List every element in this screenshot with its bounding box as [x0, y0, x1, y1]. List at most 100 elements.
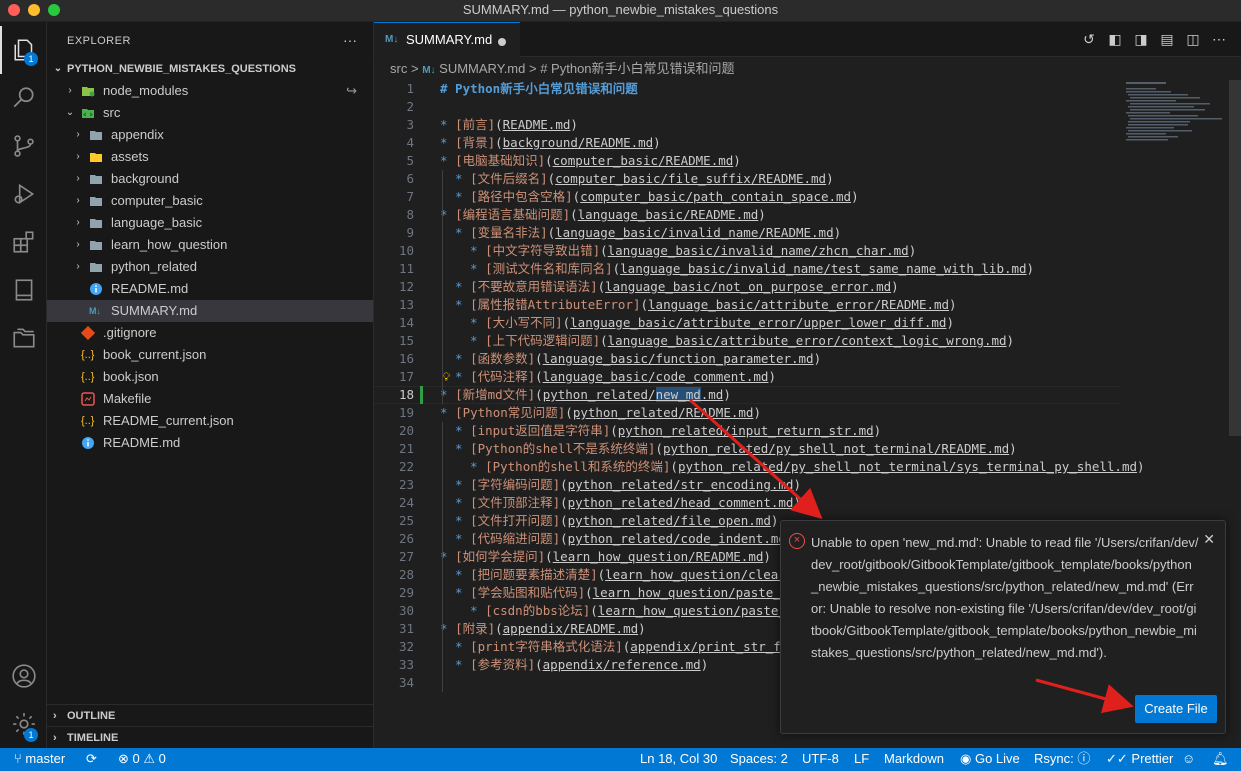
- sync-icon[interactable]: ⟳: [86, 748, 97, 770]
- run-debug-activity[interactable]: [0, 170, 47, 218]
- tree-item-book-json[interactable]: {..} book.json: [47, 366, 373, 388]
- link-target[interactable]: language_basic/README.md: [578, 207, 759, 222]
- link-target[interactable]: language_basic/attribute_error/README.md: [648, 297, 949, 312]
- link-target[interactable]: computer_basic/file_suffix/README.md: [555, 171, 826, 186]
- cursor-position[interactable]: Ln 18, Col 30: [640, 748, 717, 770]
- link-target[interactable]: language_basic/not_on_purpose_error.md: [605, 279, 891, 294]
- split-editor-icon[interactable]: ◫: [1185, 31, 1201, 47]
- close-icon[interactable]: ✕: [1203, 531, 1215, 548]
- tree-item-node-modules[interactable]: › node_modules ↪: [47, 80, 373, 102]
- outline-section[interactable]: › OUTLINE: [47, 704, 373, 726]
- tree-item-readme[interactable]: README.md: [47, 432, 373, 454]
- code-line[interactable]: 3 * [前言](README.md): [374, 116, 1134, 134]
- link-target[interactable]: language_basic/invalid_name/zhcn_char.md: [608, 243, 909, 258]
- tree-item-python-related[interactable]: › python_related: [47, 256, 373, 278]
- code-line[interactable]: 1 # Python新手小白常见错误和问题: [374, 80, 1134, 98]
- link-target[interactable]: python_related/README.md: [573, 405, 754, 420]
- tree-item-computer-basic[interactable]: › computer_basic: [47, 190, 373, 212]
- link-target[interactable]: background/README.md: [503, 135, 654, 150]
- unsaved-dot-icon[interactable]: [498, 38, 506, 46]
- tree-item-language-basic[interactable]: › language_basic: [47, 212, 373, 234]
- branch-indicator[interactable]: ⑂ master: [14, 748, 65, 770]
- end-of-line[interactable]: LF: [854, 748, 869, 770]
- code-line[interactable]: 14 * [大小写不同](language_basic/attribute_err…: [374, 314, 1134, 332]
- code-line[interactable]: 18 * [新增md文件](python_related/new_md.md): [374, 386, 1134, 404]
- link-target[interactable]: python_related/head_comment.md: [568, 495, 794, 510]
- problems-indicator[interactable]: ⊗ 0 ⚠ 0: [118, 748, 166, 770]
- link-target[interactable]: language_basic/attribute_error/context_l…: [608, 333, 1007, 348]
- code-line[interactable]: 21 * [Python的shell不是系统终端](python_related/…: [374, 440, 1134, 458]
- code-line[interactable]: 22 * [Python的shell和系统的终端](python_related/…: [374, 458, 1145, 476]
- editor-scrollbar[interactable]: [1229, 80, 1241, 436]
- code-line[interactable]: 13 * [属性报错AttributeError](language_basic/…: [374, 296, 1134, 314]
- open-preview-icon[interactable]: ◧: [1107, 31, 1123, 47]
- code-line[interactable]: 4 * [背景](background/README.md): [374, 134, 1134, 152]
- link-target[interactable]: language_basic/invalid_name/test_same_na…: [620, 261, 1026, 276]
- code-line[interactable]: 7 * [路径中包含空格](computer_basic/path_contain…: [374, 188, 1134, 206]
- link-target[interactable]: python_related/input_return_str.md: [618, 423, 874, 438]
- link-target[interactable]: computer_basic/README.md: [553, 153, 734, 168]
- feedback-icon[interactable]: ☺: [1182, 748, 1195, 770]
- link-target[interactable]: appendix/reference.md: [543, 657, 701, 672]
- breadcrumb-symbol[interactable]: # Python新手小白常见错误和问题: [540, 61, 734, 76]
- tree-item-makefile[interactable]: Makefile: [47, 388, 373, 410]
- link-target[interactable]: language_basic/attribute_error/upper_low…: [570, 315, 946, 330]
- link-target[interactable]: python_related/code_indent.md: [568, 531, 786, 546]
- more-actions-icon[interactable]: ···: [343, 32, 357, 48]
- tree-item-background[interactable]: › background: [47, 168, 373, 190]
- code-line[interactable]: 9 * [变量名非法](language_basic/invalid_name/R…: [374, 224, 1134, 242]
- code-line[interactable]: 17 * [代码注释](language_basic/code_comment.m…: [374, 368, 1134, 386]
- link-target[interactable]: appendix/README.md: [503, 621, 638, 636]
- workspace-root[interactable]: ⌄ PYTHON_NEWBIE_MISTAKES_QUESTIONS: [47, 58, 373, 80]
- link-target[interactable]: language_basic/code_comment.md: [543, 369, 769, 384]
- code-line[interactable]: 10 * [中文字符导致出错](language_basic/invalid_na…: [374, 242, 1134, 260]
- code-line[interactable]: 11 * [测试文件名和库同名](language_basic/invalid_n…: [374, 260, 1134, 278]
- bell-icon[interactable]: 🔔︎: [1212, 748, 1229, 770]
- code-line[interactable]: 12 * [不要故意用错误语法](language_basic/not_on_pu…: [374, 278, 1134, 296]
- link-target[interactable]: python_related/py_shell_not_terminal/sys…: [678, 459, 1137, 474]
- link-target[interactable]: python_related/py_shell_not_terminal/REA…: [663, 441, 1009, 456]
- link-target[interactable]: learn_how_question/clear_: [605, 567, 793, 582]
- link-target[interactable]: python_related/new_md.md: [543, 387, 723, 402]
- link-target[interactable]: learn_how_question/paste_im: [593, 585, 796, 600]
- code-line[interactable]: 8 * [编程语言基础问题](language_basic/README.md): [374, 206, 1134, 224]
- go-live[interactable]: ◉ Go Live: [960, 748, 1020, 770]
- extensions-activity[interactable]: [0, 218, 47, 266]
- link-target[interactable]: language_basic/function_parameter.md: [543, 351, 814, 366]
- timeline-section[interactable]: › TIMELINE: [47, 726, 373, 748]
- tree-item-readme-current-json[interactable]: {..} README_current.json: [47, 410, 373, 432]
- code-line[interactable]: 15 * [上下代码逻辑问题](language_basic/attribute_…: [374, 332, 1134, 350]
- source-control-activity[interactable]: [0, 122, 47, 170]
- manage-activity[interactable]: 1: [0, 700, 47, 748]
- link-target[interactable]: python_related/file_open.md: [568, 513, 771, 528]
- code-line[interactable]: 2: [374, 98, 1134, 116]
- minimize-window-button[interactable]: [28, 4, 40, 16]
- tree-item-book-current-json[interactable]: {..} book_current.json: [47, 344, 373, 366]
- more-icon[interactable]: ⋯: [1211, 31, 1227, 47]
- link-target[interactable]: language_basic/invalid_name/README.md: [555, 225, 833, 240]
- book-activity[interactable]: [0, 266, 47, 314]
- tab-summary-md[interactable]: M↓ SUMMARY.md: [374, 22, 520, 57]
- link-target[interactable]: README.md: [503, 117, 571, 132]
- tree-item-learn-how-question[interactable]: › learn_how_question: [47, 234, 373, 256]
- accounts-activity[interactable]: [0, 652, 47, 700]
- tree-item-src[interactable]: ⌄ src: [47, 102, 373, 124]
- tree-item-src-readme[interactable]: README.md: [47, 278, 373, 300]
- indentation[interactable]: Spaces: 2: [730, 748, 788, 770]
- breadcrumb-file[interactable]: SUMMARY.md: [439, 61, 525, 76]
- preview-side-icon[interactable]: ◨: [1133, 31, 1149, 47]
- code-line[interactable]: 24 * [文件顶部注释](python_related/head_comment…: [374, 494, 1134, 512]
- close-window-button[interactable]: [8, 4, 20, 16]
- tree-item-gitignore[interactable]: .gitignore: [47, 322, 373, 344]
- rsync-status[interactable]: Rsync: ⓘ: [1034, 748, 1090, 770]
- link-target[interactable]: learn_how_question/README.md: [553, 549, 764, 564]
- link-target[interactable]: computer_basic/path_contain_space.md: [580, 189, 851, 204]
- link-target[interactable]: appendix/print_str_for: [630, 639, 796, 654]
- tree-item-assets[interactable]: › assets: [47, 146, 373, 168]
- minimap[interactable]: [1124, 80, 1228, 150]
- create-file-button[interactable]: Create File: [1135, 695, 1217, 723]
- code-line[interactable]: 20 * [input返回值是字符串](python_related/input_…: [374, 422, 1134, 440]
- prettier[interactable]: ✓✓ Prettier: [1106, 748, 1173, 770]
- lightbulb-icon[interactable]: 💡︎: [442, 368, 450, 386]
- encoding[interactable]: UTF-8: [802, 748, 839, 770]
